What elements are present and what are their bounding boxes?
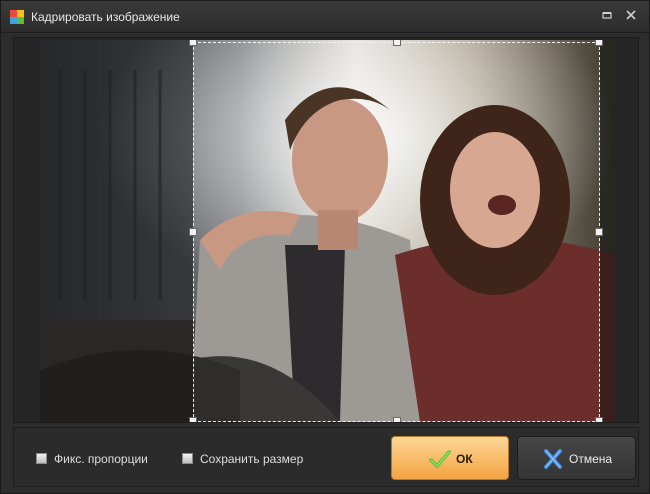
crop-handle-left[interactable] [189, 228, 197, 236]
close-icon [626, 10, 636, 20]
keep-size-label: Сохранить размер [200, 452, 304, 466]
cancel-button[interactable]: Отмена [517, 436, 636, 480]
cancel-button-label: Отмена [569, 452, 613, 466]
keep-size-option[interactable]: Сохранить размер [182, 452, 322, 466]
window-title: Кадрировать изображение [31, 10, 180, 24]
crop-dialog: Кадрировать изображение Фикс. пропорции … [0, 0, 650, 494]
keep-size-checkbox[interactable] [182, 453, 193, 464]
crop-handle-top-left[interactable] [189, 40, 197, 46]
close-button[interactable] [621, 7, 641, 27]
ok-button[interactable]: ОК [391, 436, 509, 480]
crop-handle-top-right[interactable] [595, 40, 603, 46]
fix-proportions-option[interactable]: Фикс. пропорции [36, 452, 166, 466]
crop-canvas [13, 37, 639, 423]
minimize-button[interactable] [597, 7, 617, 27]
crop-handle-bottom[interactable] [393, 417, 401, 422]
title-bar[interactable]: Кадрировать изображение [1, 1, 649, 33]
crop-handle-bottom-left[interactable] [189, 417, 197, 422]
fix-proportions-label: Фикс. пропорции [54, 452, 148, 466]
crop-handle-top[interactable] [393, 40, 401, 46]
crop-handle-right[interactable] [595, 228, 603, 236]
crop-selection[interactable] [189, 40, 603, 422]
minimize-icon [602, 12, 612, 19]
ok-button-label: ОК [456, 452, 473, 466]
app-logo-icon [10, 10, 24, 24]
photo-preview [40, 40, 615, 422]
crop-handle-bottom-right[interactable] [595, 417, 603, 422]
cross-icon [544, 449, 562, 469]
dialog-footer: Фикс. пропорции Сохранить размер ОК Отме… [13, 427, 639, 487]
fix-proportions-checkbox[interactable] [36, 453, 47, 464]
checkmark-icon [429, 450, 451, 468]
crop-mask-left [40, 40, 193, 422]
